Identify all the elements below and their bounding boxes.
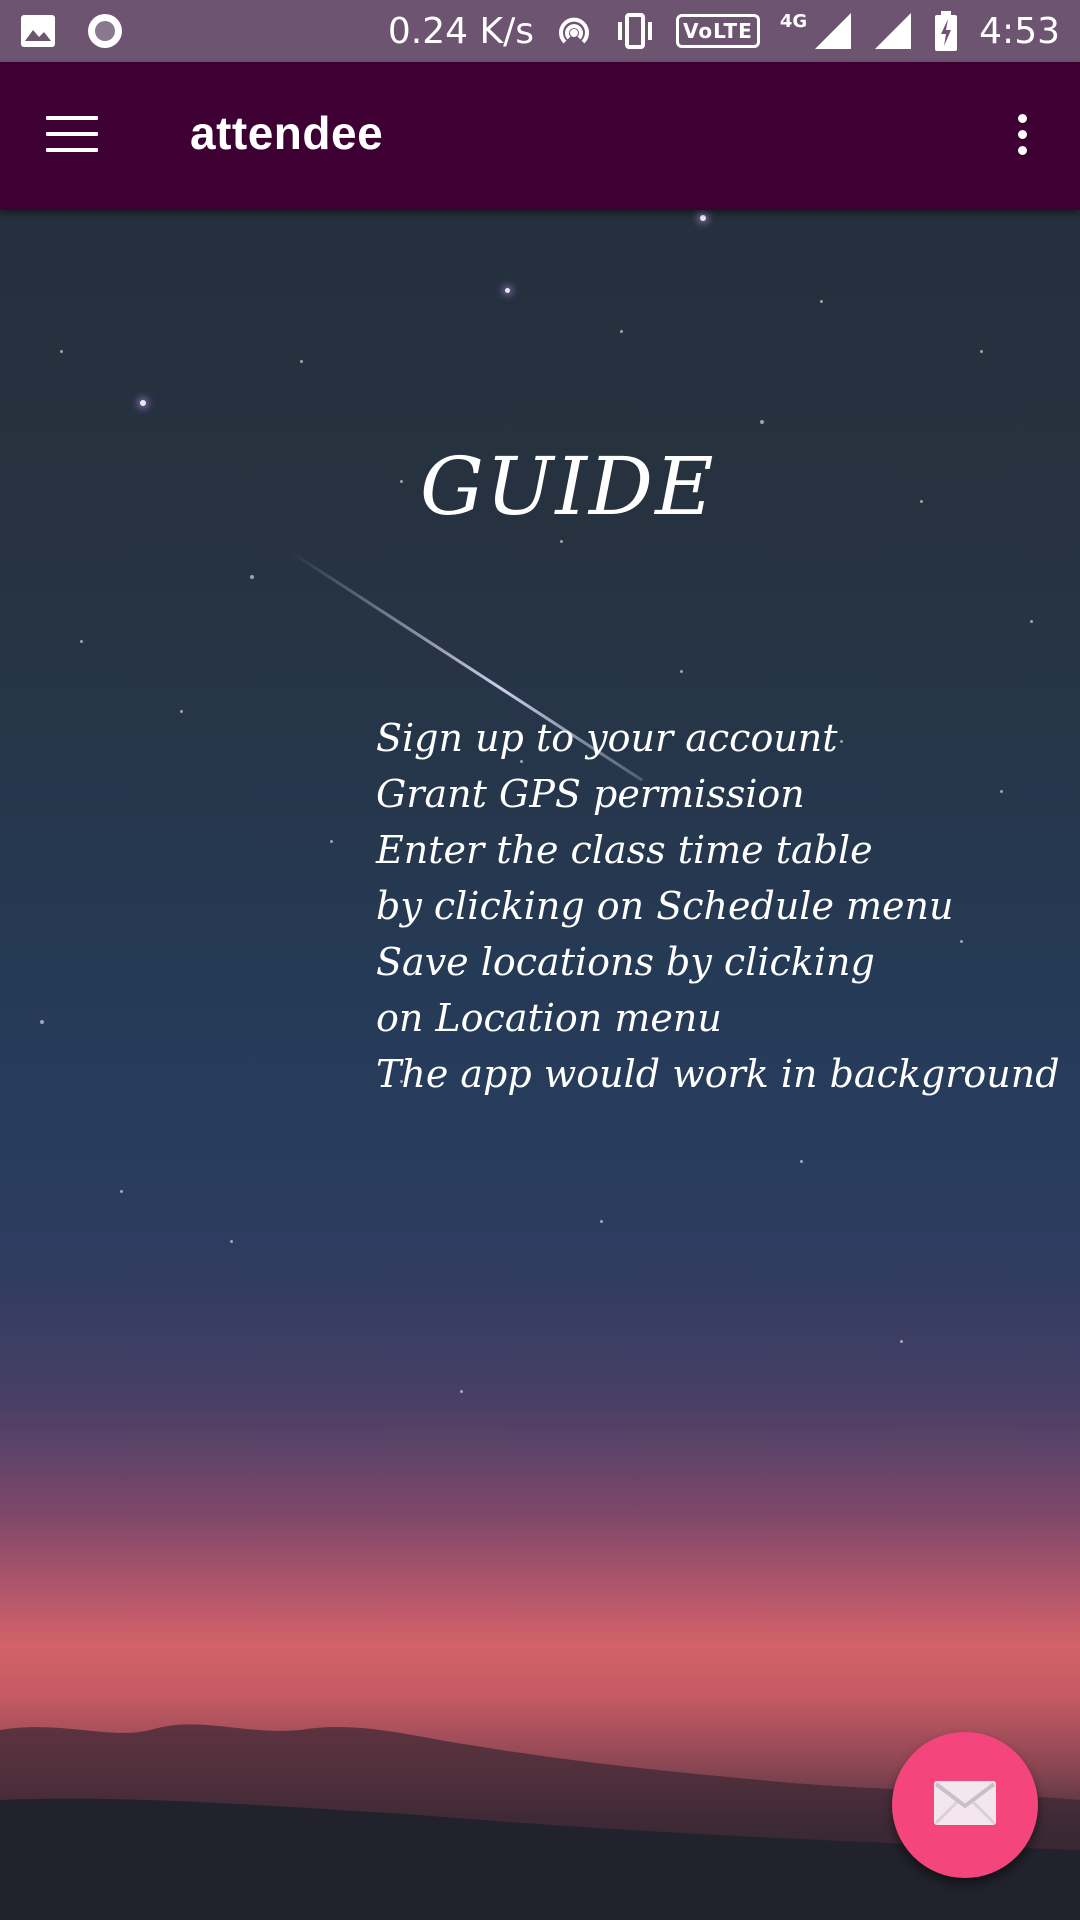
guide-line: on Location menu — [376, 996, 722, 1040]
signal-icon-2 — [873, 11, 913, 51]
guide-line: Sign up to your account — [376, 716, 838, 760]
star — [230, 1240, 233, 1243]
star — [400, 480, 403, 483]
vibrate-icon — [614, 12, 656, 50]
more-vert-icon[interactable] — [1010, 114, 1034, 162]
star — [800, 1160, 803, 1163]
star — [250, 575, 254, 579]
hotspot-icon — [554, 11, 594, 51]
star — [460, 1390, 463, 1393]
clock: 4:53 — [979, 10, 1060, 52]
app-title: attendee — [190, 107, 384, 159]
star — [820, 300, 823, 303]
star — [1030, 620, 1033, 623]
star — [120, 1190, 123, 1193]
star — [980, 350, 983, 353]
mail-icon — [932, 1779, 998, 1831]
star — [620, 330, 623, 333]
network-type: 4G — [779, 10, 808, 32]
star — [505, 288, 510, 293]
mail-fab-button[interactable] — [892, 1732, 1038, 1878]
signal-icon — [813, 11, 853, 51]
star — [700, 215, 706, 221]
guide-line: Enter the class time table — [376, 828, 873, 872]
star — [180, 710, 183, 713]
star — [900, 1340, 903, 1343]
star — [60, 350, 63, 353]
star — [680, 670, 683, 673]
guide-line: The app would work in background — [376, 1052, 1060, 1096]
star — [560, 540, 563, 543]
star — [40, 1020, 44, 1024]
hamburger-menu-icon[interactable] — [46, 116, 98, 156]
star — [300, 360, 303, 363]
volte-badge: VoLTE — [675, 14, 760, 48]
battery-charging-icon — [933, 11, 959, 51]
image-notification-icon — [20, 14, 56, 48]
app-bar: attendee — [0, 62, 1080, 210]
guide-line: Grant GPS permission — [376, 772, 805, 816]
guide-instructions: Sign up to your account Grant GPS permis… — [376, 710, 1060, 1102]
record-notification-icon — [86, 12, 124, 50]
guide-line: Save locations by clicking — [376, 940, 875, 984]
star — [140, 400, 146, 406]
star — [760, 420, 764, 424]
guide-line: by clicking on Schedule menu — [376, 884, 954, 928]
status-bar: 0.24 K/s VoLTE 4G 4:53 — [0, 0, 1080, 62]
star — [80, 640, 83, 643]
star — [600, 1220, 603, 1223]
net-speed: 0.24 K/s — [387, 10, 534, 52]
star — [920, 500, 923, 503]
star — [330, 840, 333, 843]
guide-title: GUIDE — [420, 440, 716, 533]
